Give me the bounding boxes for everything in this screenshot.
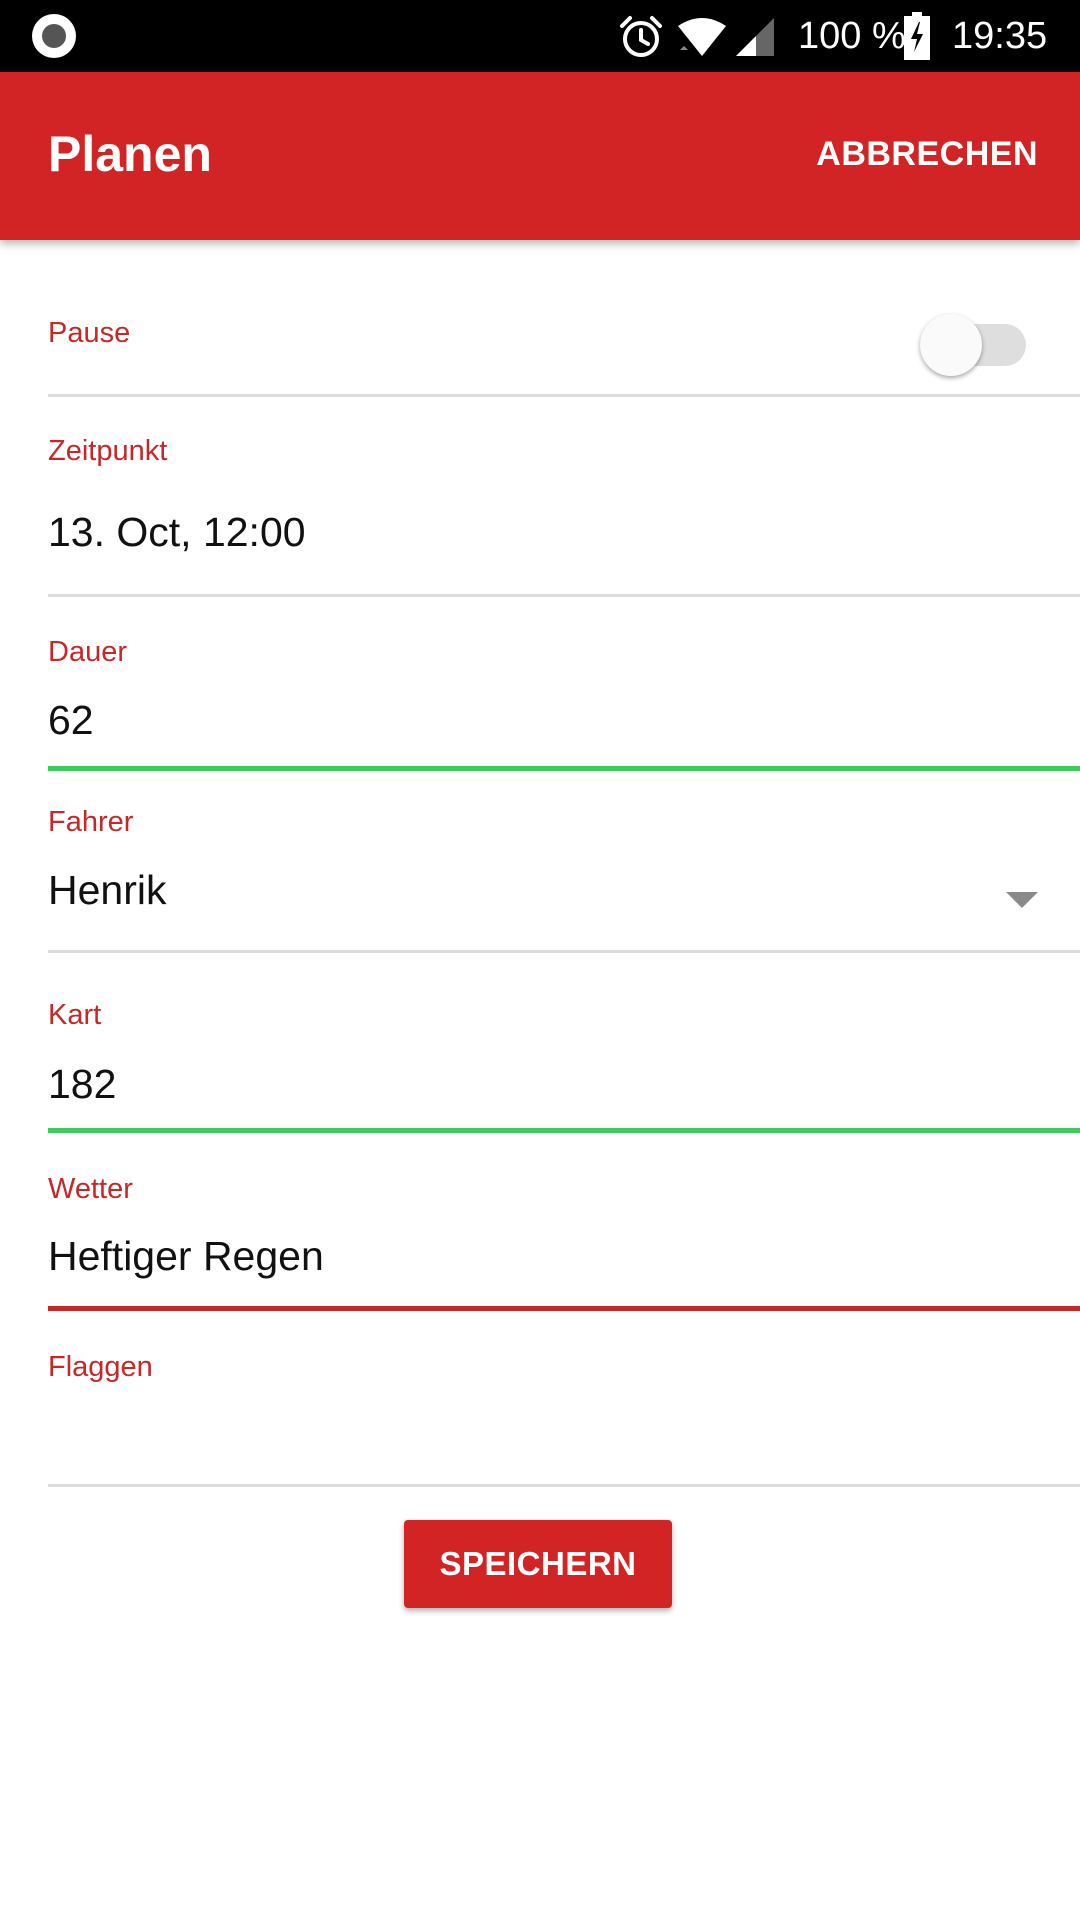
pause-toggle[interactable] <box>920 314 982 376</box>
dauer-input[interactable]: 62 <box>48 696 94 744</box>
dauer-label: Dauer <box>48 636 127 668</box>
cancel-button[interactable]: ABBRECHEN <box>816 134 1038 174</box>
alarm-icon <box>620 16 662 57</box>
wifi-icon <box>678 18 726 56</box>
flaggen-label: Flaggen <box>48 1351 153 1383</box>
kart-field[interactable]: Kart 182 <box>48 960 1080 1133</box>
divider <box>48 1484 1080 1487</box>
divider <box>48 594 1080 597</box>
fahrer-label: Fahrer <box>48 806 134 838</box>
signal-icon <box>736 18 774 56</box>
wetter-input[interactable]: Heftiger Regen <box>48 1232 324 1280</box>
page-title: Planen <box>48 126 212 182</box>
kart-label: Kart <box>48 999 102 1031</box>
battery-percent: 100 % <box>798 15 906 57</box>
divider <box>48 950 1080 953</box>
kart-input[interactable]: 182 <box>48 1060 116 1108</box>
divider <box>48 394 1080 397</box>
record-icon <box>32 14 76 58</box>
pause-field: Pause <box>48 240 1080 400</box>
zeitpunkt-label: Zeitpunkt <box>48 435 168 467</box>
fahrer-field[interactable]: Fahrer Henrik <box>48 770 1080 960</box>
zeitpunkt-value[interactable]: 13. Oct, 12:00 <box>48 508 306 556</box>
dauer-field[interactable]: Dauer 62 <box>48 600 1080 771</box>
save-button[interactable]: SPEICHERN <box>404 1520 672 1608</box>
wetter-label: Wetter <box>48 1173 133 1205</box>
fahrer-select[interactable]: Henrik <box>48 866 166 914</box>
status-bar: 100 % 19:35 <box>0 0 1080 72</box>
chevron-down-icon[interactable] <box>1006 892 1038 908</box>
zeitpunkt-field[interactable]: Zeitpunkt 13. Oct, 12:00 <box>48 400 1080 600</box>
clock-time: 19:35 <box>952 15 1048 57</box>
wetter-field[interactable]: Wetter Heftiger Regen <box>48 1130 1080 1311</box>
pause-label: Pause <box>48 317 131 349</box>
flaggen-field[interactable]: Flaggen <box>48 1310 1080 1490</box>
app-bar: Planen ABBRECHEN <box>0 72 1080 240</box>
battery-charging-icon <box>904 12 930 60</box>
